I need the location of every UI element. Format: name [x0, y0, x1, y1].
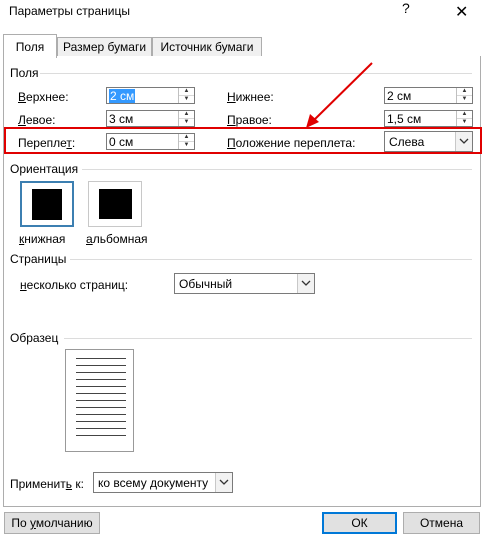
landscape-page-icon: [99, 189, 132, 219]
left-margin-value[interactable]: 3 см: [109, 112, 133, 126]
sample-group-label: Образец: [10, 331, 59, 345]
top-margin-label: Верхнее:: [18, 90, 69, 104]
annotation-arrow-icon: [306, 62, 373, 128]
spin-up-icon[interactable]: ▲: [179, 88, 194, 95]
bottom-margin-label: Нижнее:: [227, 90, 274, 104]
ok-button[interactable]: ОК: [322, 512, 397, 534]
tab-paper-source-label: Источник бумаги: [160, 40, 254, 54]
cancel-button[interactable]: Отмена: [403, 512, 480, 534]
portrait-label: книжная: [19, 232, 66, 246]
pages-group-label: Страницы: [10, 252, 67, 266]
orientation-group-line: [82, 169, 472, 170]
tab-margins[interactable]: Поля: [3, 34, 57, 58]
bottom-margin-spin-buttons[interactable]: ▲ ▼: [456, 88, 472, 103]
landscape-label: альбомная: [86, 232, 148, 246]
window-title: Параметры страницы: [9, 4, 130, 18]
tab-paper-size[interactable]: Размер бумаги: [57, 37, 152, 57]
spin-up-icon[interactable]: ▲: [457, 111, 472, 118]
spin-down-icon[interactable]: ▼: [457, 95, 472, 103]
apply-to-dropdown[interactable]: ко всему документу: [93, 472, 233, 493]
right-margin-spin-buttons[interactable]: ▲ ▼: [456, 111, 472, 126]
apply-to-value: ко всему документу: [98, 476, 209, 490]
right-margin-label: Правое:: [227, 113, 272, 127]
spin-down-icon[interactable]: ▼: [179, 118, 194, 126]
left-margin-spinner[interactable]: 3 см ▲ ▼: [106, 110, 195, 127]
multiple-pages-dropdown[interactable]: Обычный: [174, 273, 315, 294]
right-margin-spinner[interactable]: 1,5 см ▲ ▼: [384, 110, 473, 127]
right-margin-value[interactable]: 1,5 см: [387, 112, 421, 126]
page-preview: [65, 349, 134, 452]
sample-group-line: [64, 338, 472, 339]
bottom-margin-spinner[interactable]: 2 см ▲ ▼: [384, 87, 473, 104]
bottom-margin-value[interactable]: 2 см: [387, 89, 411, 103]
help-icon[interactable]: ?: [402, 0, 410, 16]
chevron-down-icon[interactable]: [297, 274, 314, 293]
apply-to-label: Применить к:: [10, 477, 84, 491]
spin-up-icon[interactable]: ▲: [457, 88, 472, 95]
tab-paper-size-label: Размер бумаги: [62, 40, 147, 54]
chevron-down-icon[interactable]: [215, 473, 232, 492]
pages-group-line: [70, 259, 472, 260]
portrait-page-icon: [32, 189, 62, 220]
spin-down-icon[interactable]: ▼: [457, 118, 472, 126]
left-margin-spin-buttons[interactable]: ▲ ▼: [178, 111, 194, 126]
left-margin-label: Левое:: [18, 113, 56, 127]
orientation-group-label: Ориентация: [10, 162, 79, 176]
tab-margins-label: Поля: [15, 40, 45, 54]
set-as-default-button[interactable]: По умолчанию: [4, 512, 100, 534]
multiple-pages-value: Обычный: [179, 277, 233, 291]
spin-up-icon[interactable]: ▲: [179, 111, 194, 118]
highlight-box: [4, 127, 482, 154]
portrait-orientation-button[interactable]: [20, 181, 74, 227]
spin-down-icon[interactable]: ▼: [179, 95, 194, 103]
top-margin-value[interactable]: 2 см: [109, 89, 136, 103]
multiple-pages-label: несколько страниц:: [20, 278, 129, 292]
top-margin-spin-buttons[interactable]: ▲ ▼: [178, 88, 194, 103]
close-icon[interactable]: ✕: [455, 2, 468, 22]
margins-group-line: [40, 73, 472, 74]
tab-paper-source[interactable]: Источник бумаги: [152, 37, 262, 57]
landscape-orientation-button[interactable]: [88, 181, 142, 227]
margins-group-label: Поля: [10, 66, 39, 80]
top-margin-spinner[interactable]: 2 см ▲ ▼: [106, 87, 195, 104]
